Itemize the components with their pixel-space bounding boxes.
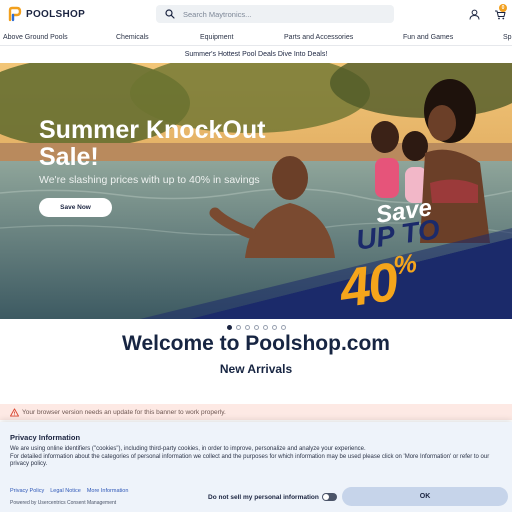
do-not-sell-toggle[interactable] — [321, 493, 337, 501]
hero-title: Summer KnockOut Sale! — [39, 116, 266, 171]
privacy-consent-banner: Privacy Information We are using online … — [0, 422, 512, 512]
nav-item-above-ground-pools[interactable]: Above Ground Pools — [3, 34, 68, 41]
more-information-link[interactable]: More Information — [87, 488, 129, 494]
promo-strip[interactable]: Summer's Hottest Pool Deals Dive Into De… — [0, 47, 512, 62]
privacy-policy-link[interactable]: Privacy Policy — [10, 488, 44, 494]
carousel-dot[interactable] — [263, 325, 268, 330]
ok-button[interactable]: OK — [342, 487, 508, 506]
carousel-dot[interactable] — [245, 325, 250, 330]
save-now-button[interactable]: Save Now — [39, 198, 112, 217]
do-not-sell-control[interactable]: Do not sell my personal information — [208, 493, 337, 501]
poolshop-logo-icon — [8, 6, 22, 22]
hero-image — [0, 63, 512, 319]
nav-item-parts-and-accessories[interactable]: Parts and Accessories — [284, 34, 353, 41]
carousel-dot[interactable] — [254, 325, 259, 330]
welcome-heading: Welcome to Poolshop.com — [122, 332, 390, 355]
hero-banner[interactable]: Summer KnockOut Sale! We're slashing pri… — [0, 63, 512, 319]
privacy-title: Privacy Information — [10, 433, 81, 442]
search-icon — [165, 9, 175, 19]
carousel-dot[interactable] — [281, 325, 286, 330]
carousel-dot[interactable] — [272, 325, 277, 330]
nav-item-equipment[interactable]: Equipment — [200, 34, 233, 41]
badge-percent-value: 40 — [336, 251, 401, 319]
toggle-knob — [322, 494, 329, 500]
carousel-dot[interactable] — [236, 325, 241, 330]
search-input[interactable] — [183, 9, 383, 19]
nav-divider — [0, 45, 512, 46]
nav-item-spas[interactable]: Sp — [503, 34, 512, 41]
site-header: POOLSHOP 0 — [0, 0, 512, 30]
search-bar[interactable] — [156, 5, 394, 23]
privacy-body-line1: We are using online identifiers ("cookie… — [10, 446, 366, 452]
privacy-links: Privacy Policy Legal Notice More Informa… — [10, 488, 128, 494]
main-nav: Above Ground Pools Chemicals Equipment P… — [0, 31, 512, 45]
badge-percent-sign: % — [391, 247, 417, 281]
browser-warning-text: Your browser version needs an update for… — [22, 408, 226, 416]
nav-item-fun-and-games[interactable]: Fun and Games — [403, 34, 453, 41]
privacy-body-line2: For detailed information about the categ… — [10, 453, 490, 468]
do-not-sell-label: Do not sell my personal information — [208, 493, 319, 501]
logo[interactable]: POOLSHOP — [7, 6, 85, 22]
hero-subtitle: We're slashing prices with up to 40% in … — [39, 174, 260, 186]
account-icon[interactable] — [469, 9, 480, 20]
privacy-body: We are using online identifiers ("cookie… — [10, 446, 502, 469]
powered-by-text: Powered by Usercentrics Consent Manageme… — [10, 500, 117, 506]
logo-text: POOLSHOP — [26, 8, 86, 20]
carousel-dot[interactable] — [227, 325, 232, 330]
carousel-dots — [227, 325, 286, 330]
new-arrivals-heading: New Arrivals — [219, 362, 293, 376]
browser-warning-banner: Your browser version needs an update for… — [0, 404, 512, 420]
nav-item-chemicals[interactable]: Chemicals — [116, 34, 149, 41]
badge-percent: 40% — [336, 248, 421, 319]
warning-icon — [10, 407, 19, 417]
cart-count-badge: 0 — [499, 4, 507, 12]
legal-notice-link[interactable]: Legal Notice — [50, 488, 81, 494]
